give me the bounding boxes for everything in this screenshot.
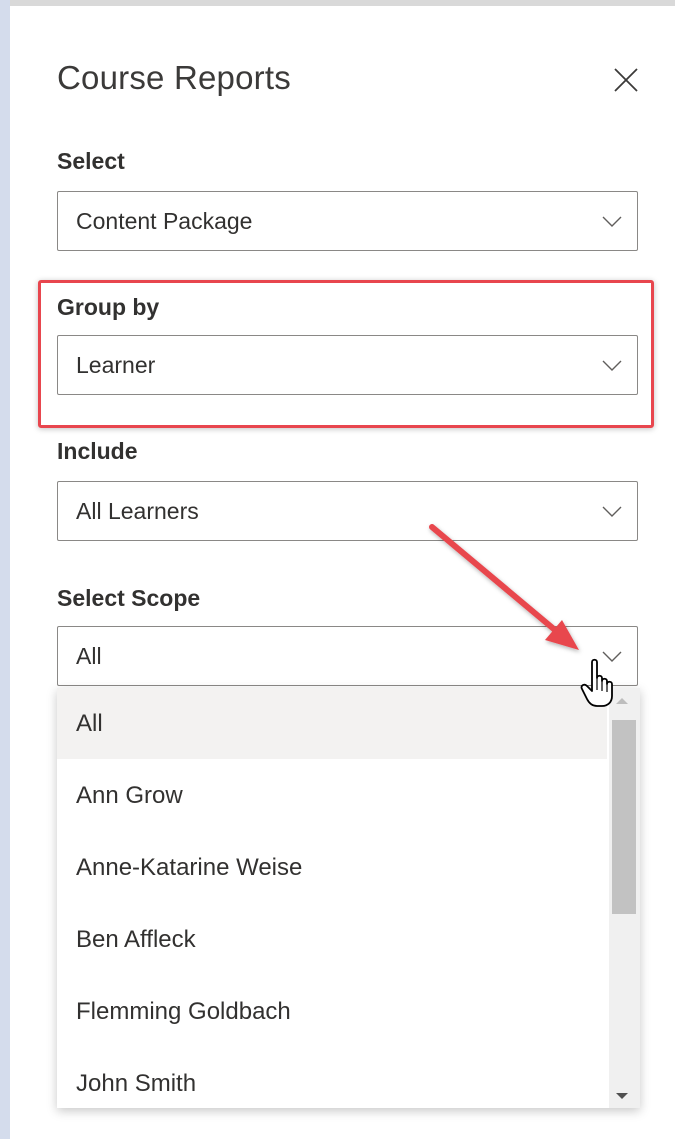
scroll-thumb[interactable] [612, 720, 636, 914]
close-icon [614, 68, 638, 92]
select-scope-label: Select Scope [57, 585, 201, 611]
panel-title: Course Reports [57, 59, 291, 96]
include-dropdown-value: All Learners [76, 498, 199, 524]
scope-option[interactable]: Anne-Katarine Weise [57, 832, 607, 903]
chevron-down-icon [602, 216, 622, 227]
scope-option[interactable]: John Smith [57, 1048, 607, 1108]
select-scope-dropdown-value: All [76, 643, 102, 669]
scope-option[interactable]: Ben Affleck [57, 904, 607, 975]
scope-options-list: All Ann Grow Anne-Katarine Weise Ben Aff… [57, 688, 640, 1108]
scroll-down-arrow-icon[interactable] [616, 1093, 628, 1099]
include-dropdown[interactable]: All Learners [57, 481, 638, 541]
group-by-highlight [38, 280, 654, 428]
scope-list-scrollbar[interactable] [609, 688, 640, 1108]
scope-option[interactable]: All [57, 688, 607, 759]
select-scope-dropdown[interactable]: All [57, 626, 638, 686]
select-dropdown[interactable]: Content Package [57, 191, 638, 251]
select-label: Select [57, 148, 125, 174]
left-edge-strip [0, 0, 10, 1139]
close-button[interactable] [608, 62, 644, 98]
chevron-down-icon [602, 506, 622, 517]
scope-option[interactable]: Flemming Goldbach [57, 976, 607, 1047]
scroll-up-arrow-icon[interactable] [616, 698, 628, 704]
include-label: Include [57, 438, 138, 464]
panel-top-border [10, 0, 675, 6]
select-dropdown-value: Content Package [76, 208, 253, 234]
scope-option[interactable]: Ann Grow [57, 760, 607, 831]
chevron-down-icon [602, 651, 622, 662]
